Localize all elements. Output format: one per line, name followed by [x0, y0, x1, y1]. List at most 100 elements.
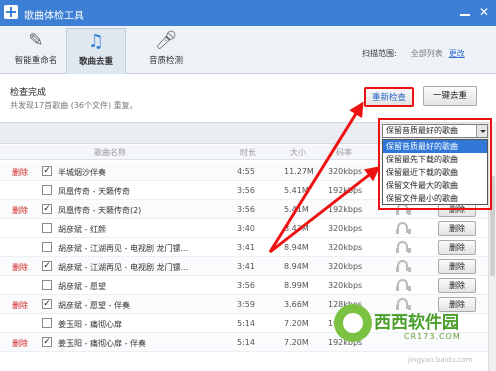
logo-icon: [334, 304, 372, 342]
song-duration: 3:56: [237, 205, 255, 214]
row-checkbox[interactable]: [42, 242, 52, 252]
row-delete-button[interactable]: 删除: [438, 259, 476, 274]
row-delete-link[interactable]: 删除: [12, 338, 28, 349]
row-checkbox[interactable]: [42, 280, 52, 290]
keep-rule-select[interactable]: 保留音质最好的歌曲: [382, 124, 488, 138]
status-panel: 检查完成 共发现17首歌曲 (36个文件) 重复。: [0, 75, 496, 122]
tab-smart-rename[interactable]: ✎ 智能重命名: [6, 28, 66, 72]
tab-song-dedupe[interactable]: ♫ 歌曲去重: [66, 28, 126, 74]
song-duration: 3:41: [237, 243, 255, 252]
song-name: 半城烟沙伴奏: [58, 168, 106, 177]
song-bitrate: 320kbps: [328, 224, 363, 233]
row-checkbox[interactable]: [42, 185, 52, 195]
row-delete-button[interactable]: 删除: [438, 221, 476, 236]
song-size: 11.27M: [284, 167, 314, 176]
song-name: 胡彦斌 - 红颜: [58, 225, 106, 234]
row-checkbox[interactable]: ✓: [42, 299, 52, 309]
song-name: 凤凰传奇 - 天籁传奇(2): [58, 206, 142, 215]
keep-rule-option[interactable]: 保留最近下载的歌曲: [383, 166, 487, 179]
song-bitrate: 192kbps: [328, 205, 363, 214]
minimize-button[interactable]: [458, 5, 472, 19]
row-checkbox[interactable]: [42, 318, 52, 328]
song-size: 5.41M: [284, 186, 309, 195]
microphone-icon: 🎤︎: [154, 30, 178, 51]
change-scan-range-link[interactable]: 更改: [449, 49, 465, 58]
music-note-icon: ♫: [87, 31, 105, 52]
chevron-down-icon[interactable]: [476, 125, 487, 137]
tab-label: 音质检测: [148, 56, 183, 66]
row-checkbox[interactable]: ✓: [42, 337, 52, 347]
tab-label: 智能重命名: [14, 56, 58, 66]
song-name: 凤凰传奇 - 天籁传奇: [58, 187, 130, 196]
table-row: 胡彦斌 - 红颜 3:40 8.43M 320kbps 删除: [0, 219, 488, 238]
column-bitrate: 码率: [336, 148, 352, 157]
song-name: 胡彦斌 - 江湖再见 - 电视剧 龙门镖...: [58, 244, 189, 253]
table-row: 胡彦斌 - 愿望 3:56 8.99M 320kbps 删除: [0, 276, 488, 295]
tab-label: 歌曲去重: [78, 57, 113, 67]
keep-rule-option[interactable]: 保留音质最好的歌曲: [383, 140, 487, 153]
song-bitrate: 320kbps: [328, 281, 363, 290]
headphone-icon[interactable]: [396, 222, 411, 234]
scan-range-value: 全部列表: [410, 49, 443, 58]
watermark-logo: 西西软件园 CR173.COM: [334, 302, 490, 352]
song-name: 胡彦斌 - 愿望 - 伴奏: [58, 301, 130, 310]
song-bitrate: 320kbps: [328, 167, 363, 176]
row-checkbox[interactable]: ✓: [42, 204, 52, 214]
pencil-icon: ✎: [28, 30, 44, 51]
logo-domain: CR173.COM: [404, 332, 461, 341]
row-delete-link[interactable]: 删除: [12, 300, 28, 311]
song-name: 姜玉阳 - 痛彻心扉 - 伴奏: [58, 339, 146, 348]
tab-quality-check[interactable]: 🎤︎ 音质检测: [136, 28, 196, 72]
song-duration: 5:14: [237, 338, 255, 347]
song-size: 8.94M: [284, 262, 309, 271]
song-bitrate: 192kbps: [328, 186, 363, 195]
row-delete-link[interactable]: 删除: [12, 167, 28, 178]
song-name: 胡彦斌 - 江湖再见 - 电视剧 龙门镖...: [58, 263, 189, 272]
close-button[interactable]: ✕: [477, 5, 491, 19]
keep-rule-selected: 保留音质最好的歌曲: [386, 126, 458, 135]
song-size: 3.66M: [284, 300, 309, 309]
song-size: 5.41M: [284, 205, 309, 214]
status-summary: 共发现17首歌曲 (36个文件) 重复。: [10, 101, 138, 110]
song-size: 7.20M: [284, 338, 309, 347]
row-checkbox[interactable]: ✓: [42, 166, 52, 176]
headphone-icon[interactable]: [396, 260, 411, 272]
table-row: 胡彦斌 - 江湖再见 - 电视剧 龙门镖... 3:41 8.94M 320kbps 删…: [0, 238, 488, 257]
status-title: 检查完成: [10, 88, 47, 98]
song-duration: 3:40: [237, 224, 255, 233]
scan-range: 扫描范围: 全部列表 更改: [362, 48, 465, 59]
logo-brand: 西西软件园: [374, 313, 459, 333]
keep-rule-options: 保留音质最好的歌曲 保留最先下载的歌曲 保留最近下载的歌曲 保留文件最大的歌曲 …: [382, 139, 488, 205]
keep-rule-option[interactable]: 保留文件最大的歌曲: [383, 179, 487, 192]
recheck-button[interactable]: 重新检查: [364, 87, 414, 107]
song-duration: 3:56: [237, 186, 255, 195]
app-icon: [4, 5, 18, 19]
column-name: 歌曲名称: [94, 148, 126, 157]
song-size: 8.94M: [284, 243, 309, 252]
column-duration: 时长: [240, 148, 256, 157]
song-name: 姜玉阳 - 痛彻心扉: [58, 320, 122, 329]
song-duration: 3:56: [237, 281, 255, 290]
row-delete-link[interactable]: 删除: [12, 205, 28, 216]
song-size: 8.43M: [284, 224, 309, 233]
scan-range-label: 扫描范围:: [362, 49, 397, 58]
song-size: 8.99M: [284, 281, 309, 290]
headphone-icon[interactable]: [396, 241, 411, 253]
song-duration: 4:55: [237, 167, 255, 176]
row-delete-link[interactable]: 删除: [12, 262, 28, 273]
song-size: 7.20M: [284, 319, 309, 328]
song-bitrate: 320kbps: [328, 262, 363, 271]
keep-rule-option[interactable]: 保留文件最小的歌曲: [383, 192, 487, 205]
column-size: 大小: [290, 148, 306, 157]
keep-rule-option[interactable]: 保留最先下载的歌曲: [383, 153, 487, 166]
row-delete-button[interactable]: 删除: [438, 240, 476, 255]
song-bitrate: 320kbps: [328, 243, 363, 252]
song-duration: 3:41: [237, 262, 255, 271]
row-checkbox[interactable]: ✓: [42, 261, 52, 271]
window-title: 歌曲体检工具: [24, 11, 84, 22]
headphone-icon[interactable]: [396, 279, 411, 291]
one-click-dedupe-button[interactable]: 一键去重: [423, 86, 477, 106]
row-delete-button[interactable]: 删除: [438, 278, 476, 293]
row-checkbox[interactable]: [42, 223, 52, 233]
title-bar: 歌曲体检工具 ✕: [0, 0, 496, 26]
